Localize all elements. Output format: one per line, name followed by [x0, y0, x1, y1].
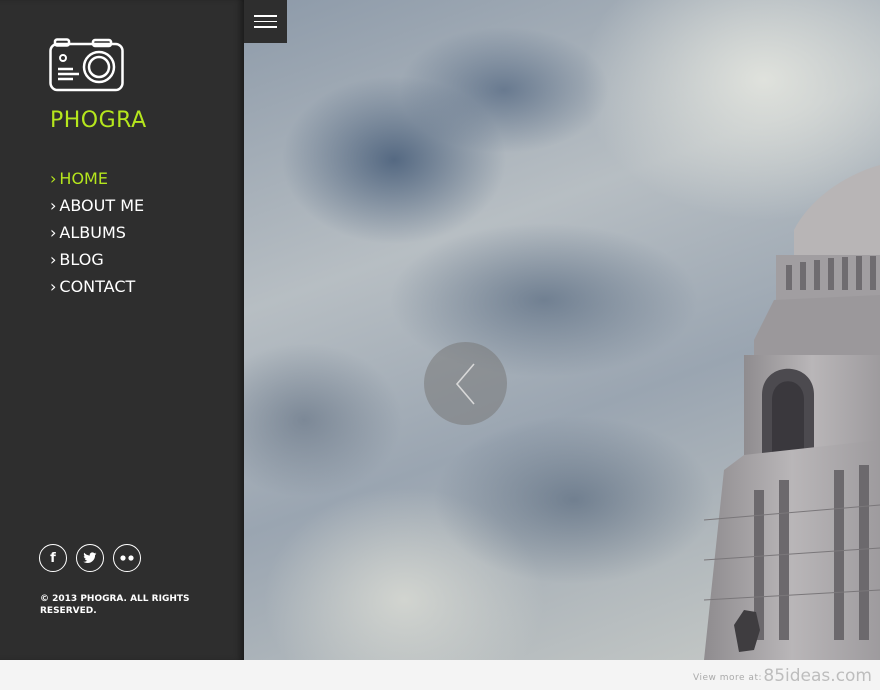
watermark-footer: View more at: 85ideas.com: [0, 660, 880, 690]
nav-item-albums[interactable]: › ALBUMS: [50, 222, 144, 249]
menu-line: [254, 15, 277, 17]
site-link[interactable]: 85ideas.com: [763, 666, 872, 686]
nav-item-label: BLOG: [59, 250, 104, 269]
copyright-text: © 2013 PHOGRA. ALL RIGHTS RESERVED.: [40, 594, 190, 616]
facebook-glyph: f: [50, 550, 56, 566]
tower-illustration: [703, 165, 880, 660]
chevron-right-icon: ›: [50, 277, 57, 296]
twitter-icon[interactable]: [76, 544, 104, 572]
chevron-right-icon: ›: [50, 250, 57, 269]
hero-slide-image: [244, 0, 880, 660]
nav-item-blog[interactable]: › BLOG: [50, 249, 144, 276]
main-nav: › HOME › ABOUT ME › ALBUMS › BLOG › CONTACT: [50, 168, 144, 303]
brand-name[interactable]: PHOGRA: [50, 108, 147, 133]
nav-item-contact[interactable]: › CONTACT: [50, 276, 144, 303]
chevron-right-icon: ›: [50, 196, 57, 215]
nav-item-about-me[interactable]: › ABOUT ME: [50, 195, 144, 222]
chevron-right-icon: ›: [50, 223, 57, 242]
nav-item-label: ALBUMS: [59, 223, 126, 242]
camera-icon[interactable]: [49, 38, 127, 94]
nav-item-label: HOME: [59, 169, 108, 188]
chevron-right-icon: ›: [50, 169, 57, 188]
nav-item-label: CONTACT: [59, 277, 136, 296]
nav-item-home[interactable]: › HOME: [50, 168, 144, 195]
chevron-left-icon: [455, 362, 475, 405]
social-links: f: [39, 544, 141, 572]
sidebar: PHOGRA › HOME › ABOUT ME › ALBUMS › BLOG › CO…: [0, 0, 244, 660]
slider-prev-button[interactable]: [424, 342, 507, 425]
menu-line: [254, 26, 277, 28]
nav-item-label: ABOUT ME: [59, 196, 145, 215]
hamburger-icon[interactable]: [244, 0, 287, 43]
facebook-icon[interactable]: f: [39, 544, 67, 572]
view-more-text: View more at:: [693, 673, 762, 683]
menu-line: [254, 20, 277, 23]
flickr-icon[interactable]: [113, 544, 141, 572]
